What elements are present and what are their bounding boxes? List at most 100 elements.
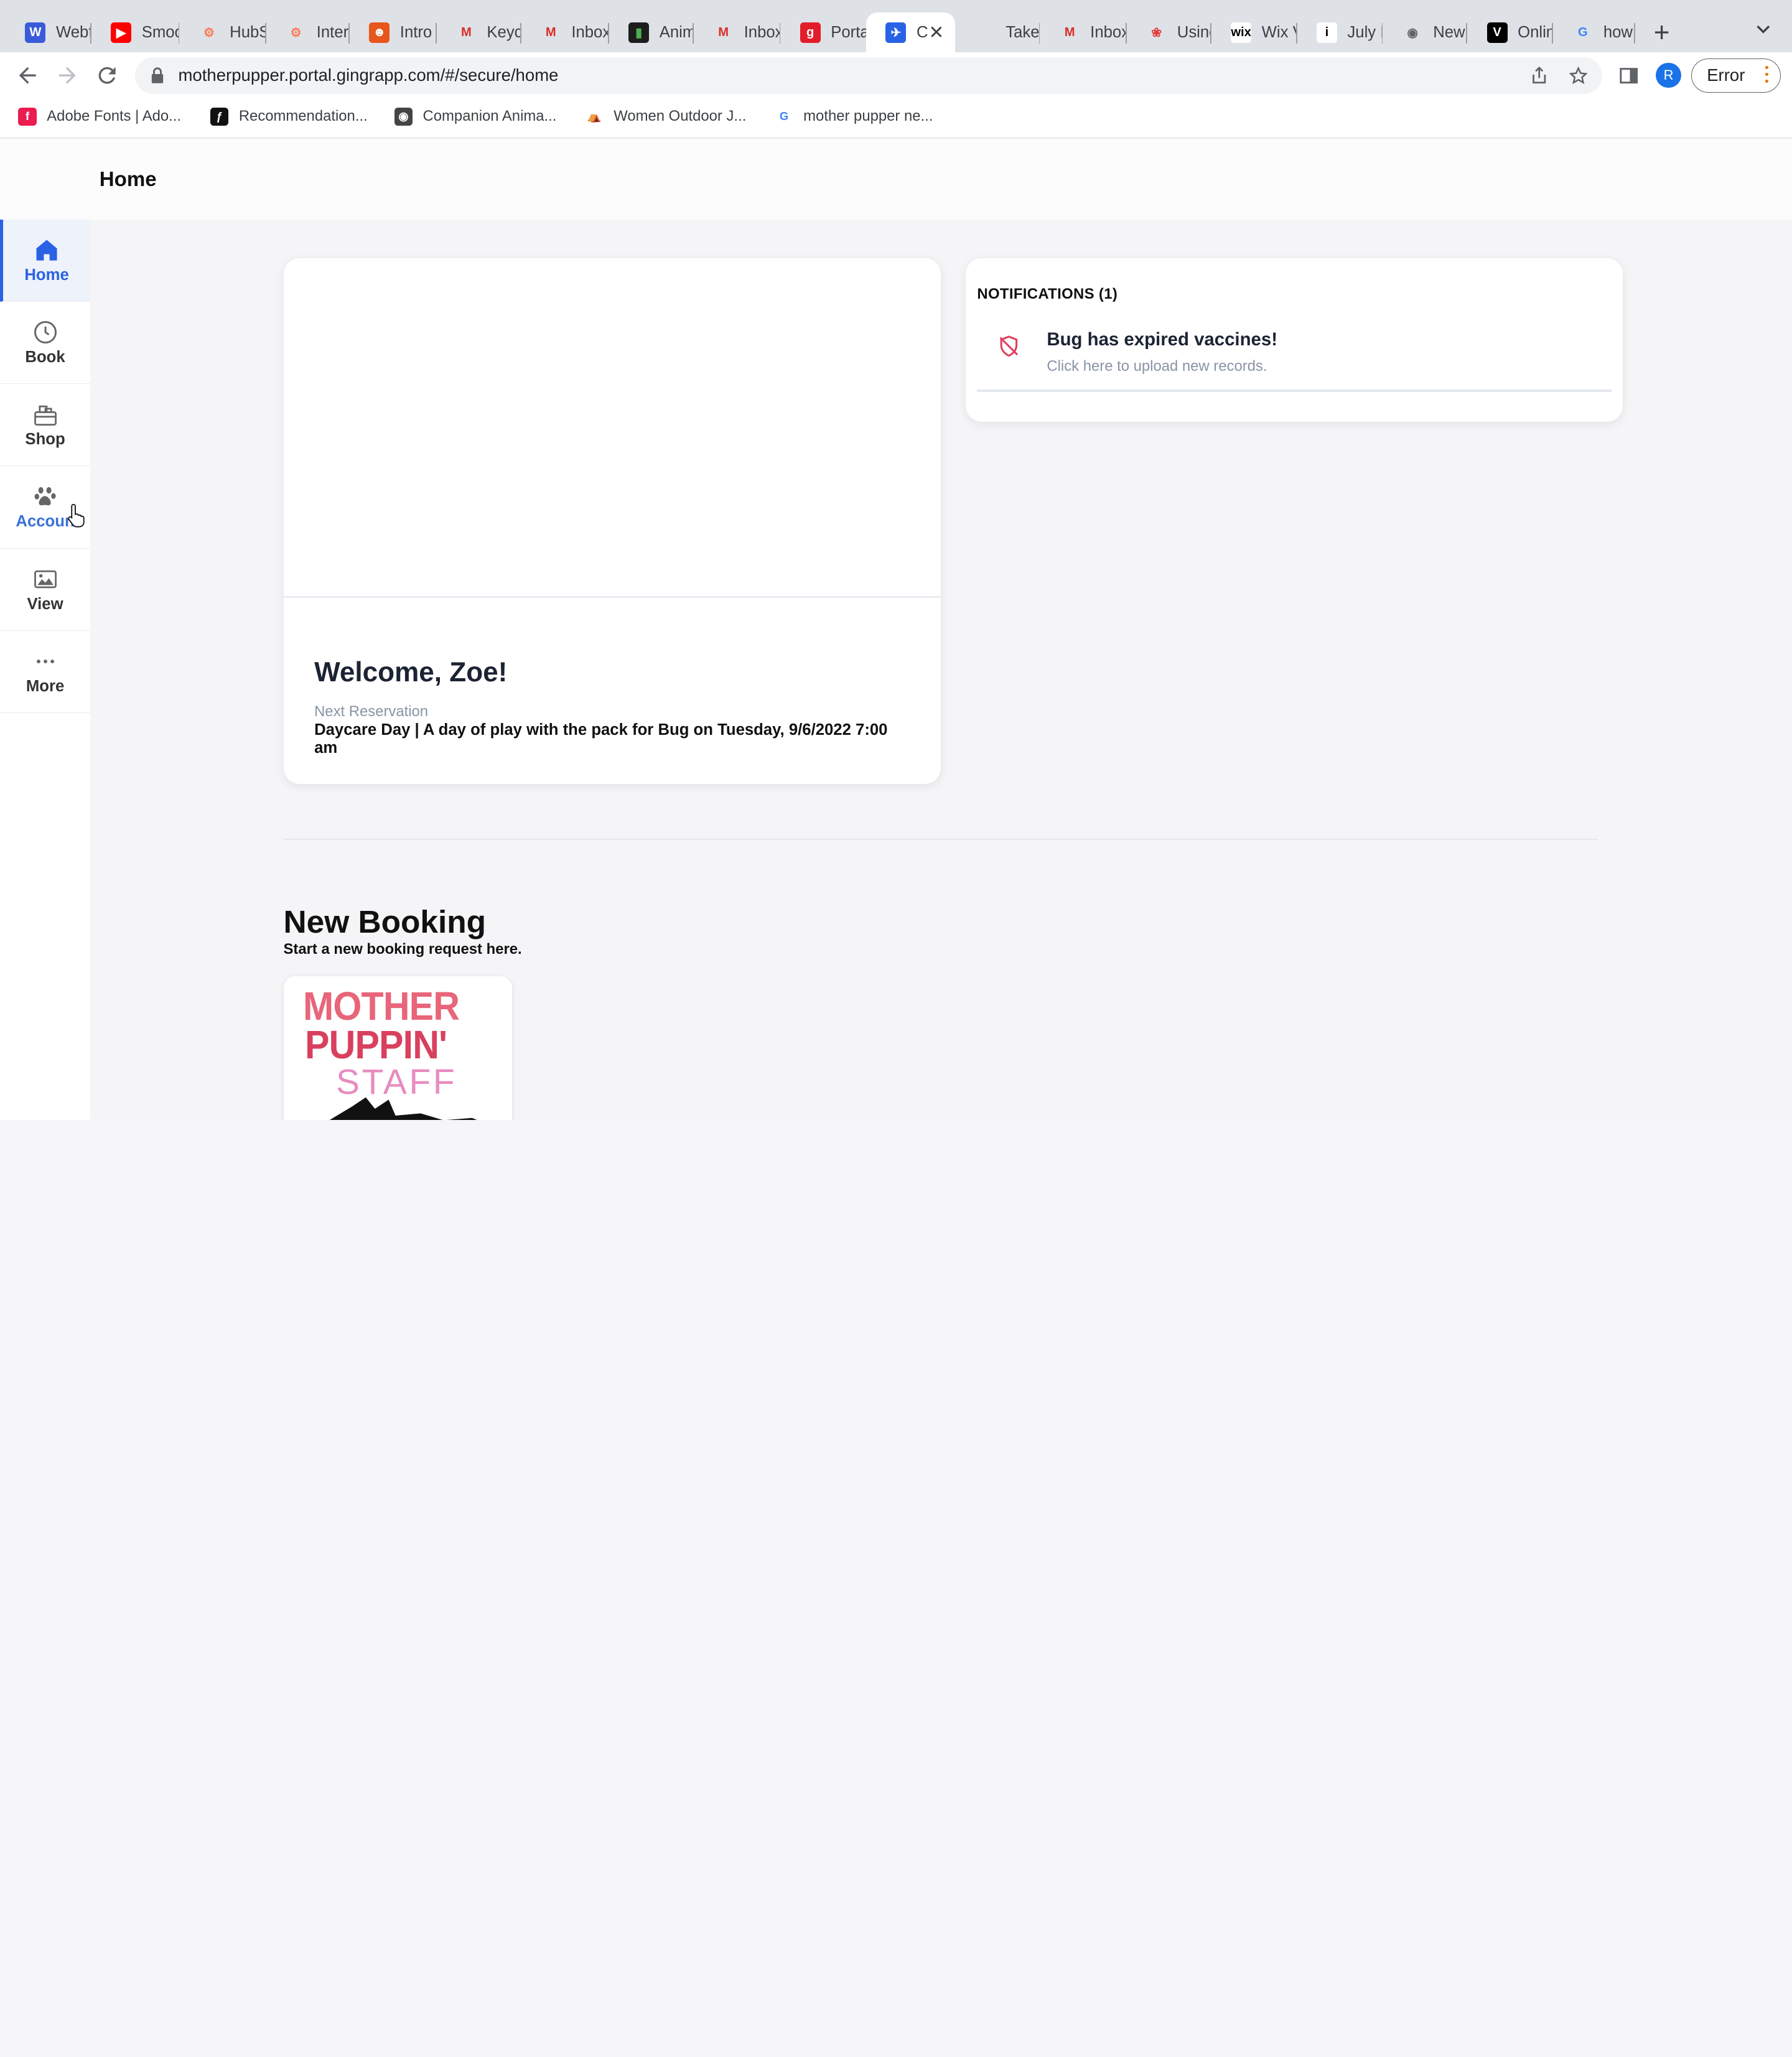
- new-booking-subtitle: Start a new booking request here.: [283, 940, 522, 958]
- browser-tab[interactable]: ✈ C ✕: [866, 12, 956, 53]
- tab-favicon-icon: ⚙: [203, 26, 215, 40]
- sidebar-label-home: Home: [24, 266, 69, 284]
- bookmark-item[interactable]: ƒ Recommendation...: [210, 107, 368, 126]
- tab-title: Using: [1177, 23, 1211, 41]
- tab-favicon-icon: ◉: [1407, 26, 1418, 40]
- browser-tab[interactable]: ▮ Anim: [609, 12, 694, 52]
- notification-subtitle[interactable]: Click here to upload new records.: [1047, 358, 1267, 375]
- welcome-card: Welcome, Zoe! Next Reservation Daycare D…: [283, 258, 941, 784]
- browser-tab[interactable]: Ghow: [1553, 12, 1636, 52]
- browser-tab[interactable]: V Onlin: [1467, 12, 1554, 52]
- lock-icon: [152, 67, 164, 84]
- browser-tab[interactable]: M Keyc: [437, 12, 521, 52]
- tab-title: Porta: [831, 23, 867, 41]
- browser-tab[interactable]: M Inbox: [521, 12, 609, 52]
- tab-title: how: [1603, 23, 1633, 41]
- tab-favicon-icon: ❀: [1151, 26, 1162, 40]
- browser-tab[interactable]: ❀ Using: [1127, 12, 1211, 52]
- tab-search-chevron-icon[interactable]: [1755, 21, 1771, 37]
- tab-title: Anim: [659, 23, 694, 41]
- welcome-title: Welcome, Zoe!: [314, 657, 508, 688]
- tab-favicon-icon: M: [1064, 25, 1075, 39]
- tab-title: Take: [1006, 23, 1040, 41]
- bookmark-label: Women Outdoor J...: [614, 108, 747, 125]
- browser-tab[interactable]: ⚙ HubS: [179, 12, 266, 52]
- tab-favicon-icon: ⚙: [290, 26, 302, 40]
- tab-favicon-icon: ✈: [885, 22, 907, 43]
- browser-toolbar: motherpupper.portal.gingrapp.com/#/secur…: [0, 52, 1792, 98]
- tab-title: Webf: [55, 23, 91, 41]
- tab-favicon-icon: ▮: [628, 22, 650, 43]
- app-page: Home Home Book Shop Accoun View More Wel…: [0, 139, 1792, 1120]
- shop-icon: [34, 406, 57, 426]
- reload-icon[interactable]: [95, 63, 119, 88]
- dog-silhouette-icon: [329, 1097, 478, 1120]
- more-icon: [36, 660, 54, 664]
- sidebar-item-book[interactable]: Book: [0, 302, 91, 385]
- tab-favicon-icon: W: [25, 22, 46, 43]
- hand-cursor-icon: [67, 503, 85, 528]
- bookmark-favicon-icon: ⛺: [587, 110, 602, 123]
- back-icon[interactable]: [15, 63, 40, 88]
- logo-text-line-2: PUPPIN': [305, 1022, 447, 1067]
- bookmark-item[interactable]: ◉ Companion Anima...: [394, 107, 556, 126]
- address-bar[interactable]: motherpupper.portal.gingrapp.com/#/secur…: [134, 57, 1603, 94]
- browser-tab[interactable]: Take: [955, 12, 1040, 52]
- page-title: Home: [99, 167, 157, 191]
- browser-tab[interactable]: M Inbox: [694, 12, 781, 52]
- section-divider: [283, 839, 1598, 840]
- url-text: motherpupper.portal.gingrapp.com/#/secur…: [178, 65, 559, 85]
- tab-title: C: [916, 23, 928, 41]
- tab-title: Inbox: [744, 23, 781, 41]
- profile-avatar[interactable]: R: [1656, 63, 1681, 88]
- browser-tab[interactable]: M Inbox: [1040, 12, 1127, 52]
- forward-icon[interactable]: [55, 63, 80, 88]
- tab-title: Intro: [399, 23, 432, 41]
- tab-favicon-icon: ▶: [111, 22, 132, 43]
- next-reservation-label: Next Reservation: [314, 702, 429, 720]
- browser-tab[interactable]: ⚙ Intera: [266, 12, 350, 52]
- tab-title: Inbox: [571, 23, 609, 41]
- bookmark-label: Adobe Fonts | Ado...: [47, 108, 182, 125]
- tab-favicon-icon: i: [1316, 22, 1337, 43]
- sidebar-item-more[interactable]: More: [0, 631, 91, 714]
- bookmark-item[interactable]: ⛺ Women Outdoor J...: [585, 108, 747, 126]
- browser-tab[interactable]: wix Wix V: [1211, 12, 1297, 52]
- new-tab-icon[interactable]: +: [1654, 17, 1670, 49]
- bookmark-label: Recommendation...: [238, 108, 368, 125]
- star-icon[interactable]: [1569, 66, 1588, 85]
- notifications-card: NOTIFICATIONS (1) Bug has expired vaccin…: [966, 258, 1623, 422]
- sidebar-item-home[interactable]: Home: [0, 219, 91, 302]
- browser-tab[interactable]: W Webf: [6, 12, 91, 52]
- sidebar-label-book: Book: [25, 348, 65, 366]
- share-icon[interactable]: [1530, 66, 1548, 85]
- notification-title[interactable]: Bug has expired vaccines!: [1047, 329, 1277, 350]
- error-button[interactable]: Error: [1691, 58, 1781, 93]
- tab-favicon-icon: M: [545, 25, 556, 39]
- tab-favicon-icon: G: [1577, 25, 1588, 39]
- clock-icon: [34, 321, 57, 344]
- bookmark-item[interactable]: f Adobe Fonts | Ado...: [18, 107, 182, 126]
- sidebar-label-more: More: [26, 677, 65, 695]
- error-label: Error: [1707, 65, 1745, 85]
- sidebar-item-shop[interactable]: Shop: [0, 384, 91, 467]
- next-reservation-detail[interactable]: Daycare Day | A day of play with the pac…: [314, 721, 908, 758]
- browser-tab[interactable]: ▶ Smoo: [91, 12, 180, 52]
- tab-favicon-icon: [975, 22, 996, 43]
- side-panel-icon[interactable]: [1619, 67, 1638, 85]
- tab-close-icon[interactable]: ✕: [928, 22, 944, 44]
- bookmark-favicon-icon: f: [18, 107, 37, 126]
- browser-tab[interactable]: i July I: [1297, 12, 1383, 52]
- sidebar: Home Book Shop Accoun View More: [0, 219, 91, 1120]
- booking-option-card[interactable]: MOTHER PUPPIN' STAFF: [283, 976, 512, 1120]
- tab-title: Onlin: [1518, 23, 1554, 41]
- browser-tab[interactable]: ◉ New: [1383, 12, 1468, 52]
- tab-title: Inbox: [1090, 23, 1127, 41]
- sidebar-label-view: View: [27, 595, 63, 613]
- bookmark-item[interactable]: Gmother pupper ne...: [775, 108, 933, 126]
- paw-icon: [34, 487, 56, 505]
- browser-tab[interactable]: ☻ Intro: [350, 12, 437, 52]
- browser-tab[interactable]: g Porta: [780, 12, 866, 52]
- new-booking-title: New Booking: [283, 903, 487, 940]
- sidebar-item-view[interactable]: View: [0, 549, 91, 631]
